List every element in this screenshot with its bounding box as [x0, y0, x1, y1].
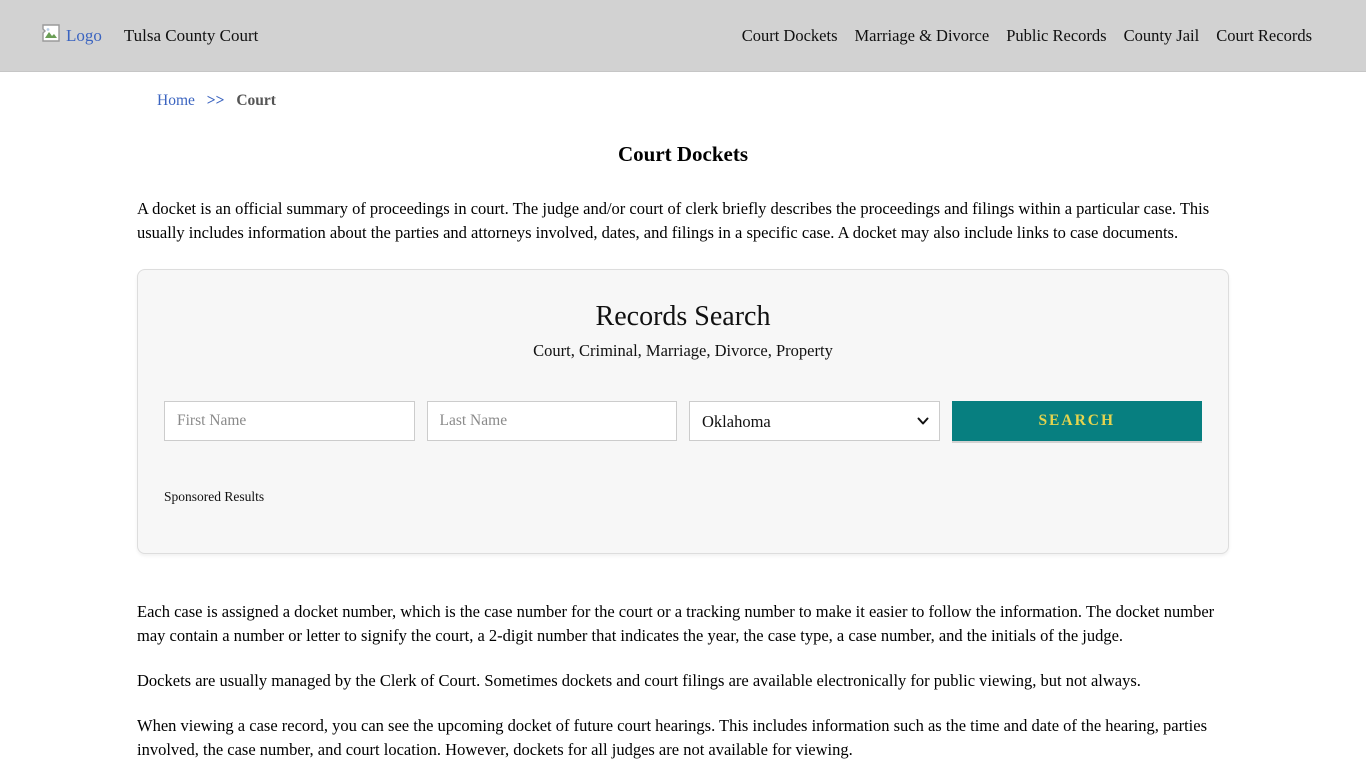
records-search-title: Records Search	[595, 301, 771, 332]
nav-item-county-jail[interactable]: County Jail	[1124, 26, 1200, 46]
body-copy: Each case is assigned a docket number, w…	[137, 600, 1229, 762]
main-content: Home >> Court Court Dockets A docket is …	[137, 92, 1229, 762]
paragraph-viewing-case-record: When viewing a case record, you can see …	[137, 716, 1208, 759]
last-name-input[interactable]	[426, 401, 677, 441]
nav-item-court-records[interactable]: Court Records	[1216, 26, 1312, 46]
site-header: Logo Tulsa County Court Court Dockets Ma…	[0, 0, 1366, 72]
state-select-wrap: Oklahoma	[689, 401, 940, 441]
first-name-input[interactable]	[164, 401, 415, 441]
logo-alt-text: Logo	[66, 25, 102, 45]
records-search-form: Oklahoma SEARCH	[164, 401, 1202, 441]
last-name-field-wrap	[426, 401, 677, 441]
search-button-wrap: SEARCH	[951, 401, 1202, 441]
paragraph-clerk-of-court: Dockets are usually managed by the Clerk…	[137, 671, 1141, 690]
state-select[interactable]: Oklahoma	[689, 401, 940, 441]
breadcrumb-current: Court	[236, 92, 276, 109]
nav-item-court-dockets[interactable]: Court Dockets	[742, 26, 838, 46]
breadcrumb-home-link[interactable]: Home	[157, 92, 195, 109]
records-search-panel: Records Search Court, Criminal, Marriage…	[137, 269, 1229, 554]
nav-item-marriage-divorce[interactable]: Marriage & Divorce	[855, 26, 990, 46]
breadcrumb-separator: >>	[206, 92, 225, 109]
site-title: Tulsa County Court	[123, 25, 259, 45]
first-name-field-wrap	[164, 401, 415, 441]
sponsored-results-label: Sponsored Results	[164, 489, 265, 504]
broken-image-icon	[40, 23, 62, 48]
breadcrumb: Home >> Court	[137, 92, 1229, 110]
intro-paragraph: A docket is an official summary of proce…	[137, 199, 1210, 242]
nav-item-public-records[interactable]: Public Records	[1006, 26, 1106, 46]
main-nav: Court Dockets Marriage & Divorce Public …	[742, 26, 1312, 46]
paragraph-docket-number: Each case is assigned a docket number, w…	[137, 602, 1215, 645]
records-search-subtitle: Court, Criminal, Marriage, Divorce, Prop…	[533, 341, 833, 360]
page-title: Court Dockets	[617, 142, 749, 166]
logo-link[interactable]: Logo	[40, 23, 102, 48]
search-button[interactable]: SEARCH	[951, 401, 1202, 441]
